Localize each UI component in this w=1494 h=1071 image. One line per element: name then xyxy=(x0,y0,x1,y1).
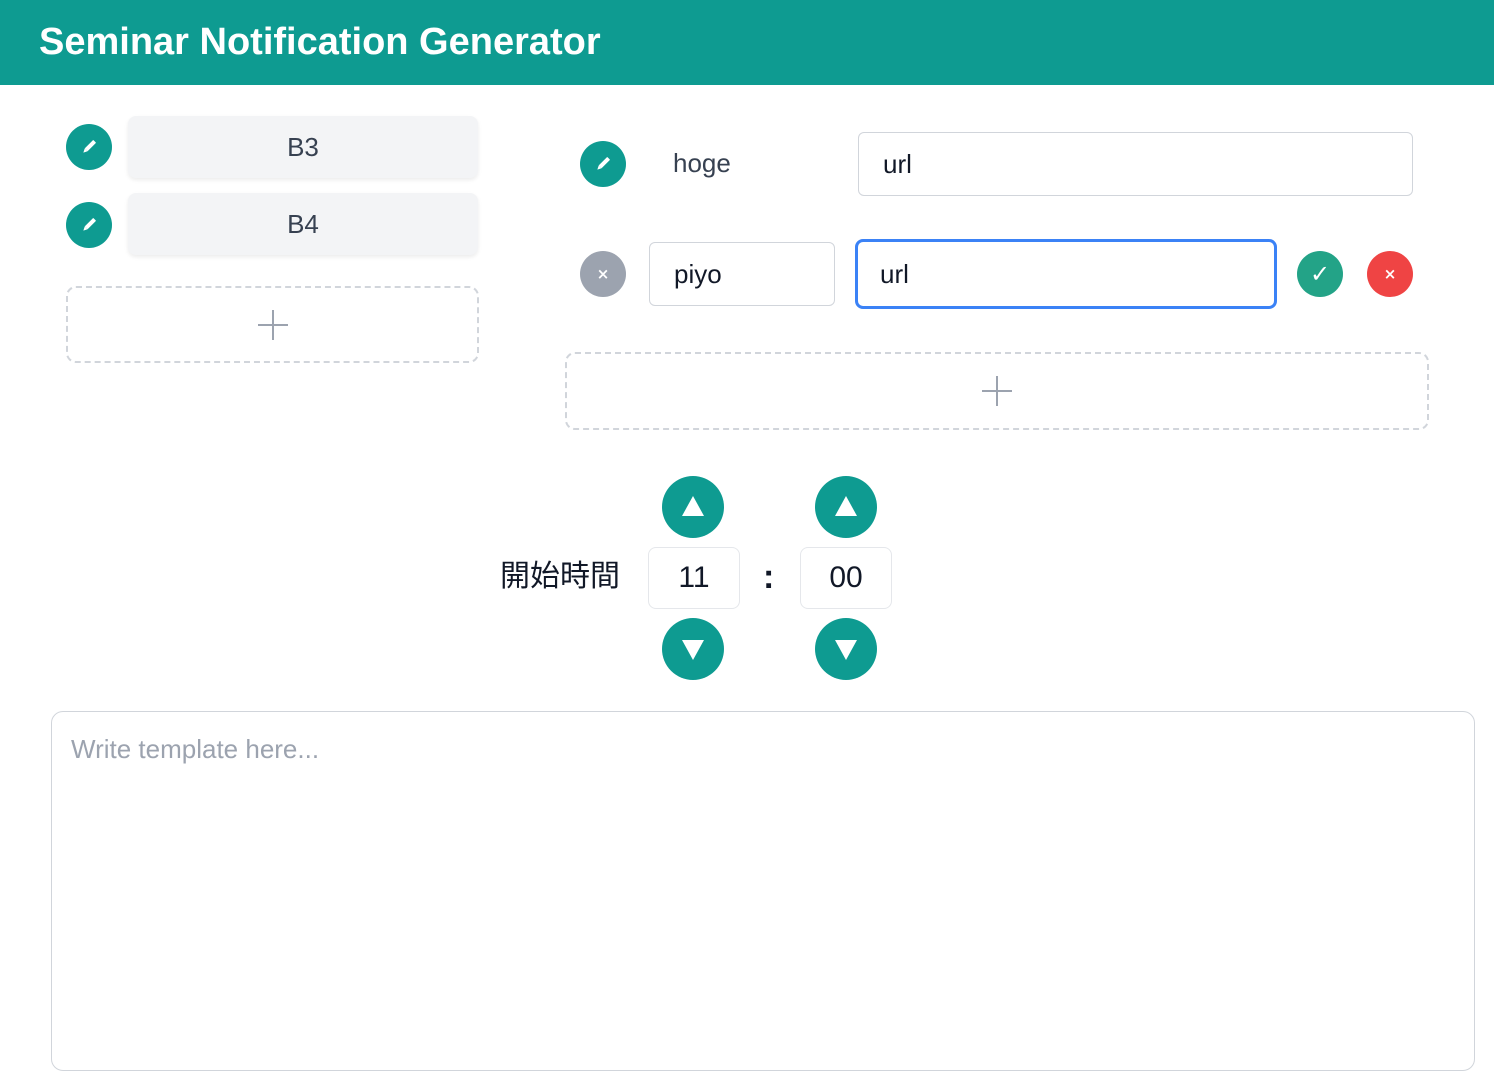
app-header: Seminar Notification Generator xyxy=(0,0,1494,85)
start-time-label: 開始時間 xyxy=(500,559,620,594)
time-separator: : xyxy=(763,558,775,596)
minute-increment-button[interactable] xyxy=(815,476,877,538)
pencil-icon xyxy=(597,157,610,170)
add-link-button[interactable] xyxy=(565,352,1429,430)
cancel-link-button[interactable]: × xyxy=(1367,251,1413,297)
triangle-up-icon xyxy=(682,496,704,516)
close-icon: × xyxy=(1383,264,1397,283)
hour-field[interactable]: 11 xyxy=(648,547,740,609)
triangle-down-icon xyxy=(682,640,704,660)
close-icon: × xyxy=(596,264,610,283)
app-title: Seminar Notification Generator xyxy=(39,21,601,63)
plus-icon xyxy=(982,376,1012,406)
link-url-field-active[interactable] xyxy=(855,239,1277,309)
pencil-icon xyxy=(83,218,96,231)
edit-group-b3-button[interactable] xyxy=(66,124,112,170)
link-name-label: hoge xyxy=(673,148,731,178)
link-name-field[interactable] xyxy=(649,242,835,306)
remove-link-button[interactable]: × xyxy=(580,251,626,297)
plus-icon xyxy=(257,309,288,340)
group-chip-b4[interactable]: B4 xyxy=(128,193,478,255)
group-label: B3 xyxy=(287,131,319,162)
minute-decrement-button[interactable] xyxy=(815,618,877,680)
hour-value: 11 xyxy=(678,561,710,594)
triangle-down-icon xyxy=(835,640,857,660)
minute-field[interactable]: 00 xyxy=(800,547,892,609)
hour-decrement-button[interactable] xyxy=(662,618,724,680)
hour-increment-button[interactable] xyxy=(662,476,724,538)
add-group-button[interactable] xyxy=(66,286,479,363)
edit-link-hoge-button[interactable] xyxy=(580,141,626,187)
confirm-link-button[interactable]: ✓ xyxy=(1297,251,1343,297)
check-icon: ✓ xyxy=(1309,260,1331,288)
minute-value: 00 xyxy=(829,561,863,594)
group-chip-b3[interactable]: B3 xyxy=(128,116,478,178)
template-textarea[interactable] xyxy=(51,711,1475,1071)
pencil-icon xyxy=(83,140,96,153)
triangle-up-icon xyxy=(835,496,857,516)
group-label: B4 xyxy=(287,208,319,239)
link-url-field[interactable] xyxy=(858,132,1413,196)
edit-group-b4-button[interactable] xyxy=(66,202,112,248)
